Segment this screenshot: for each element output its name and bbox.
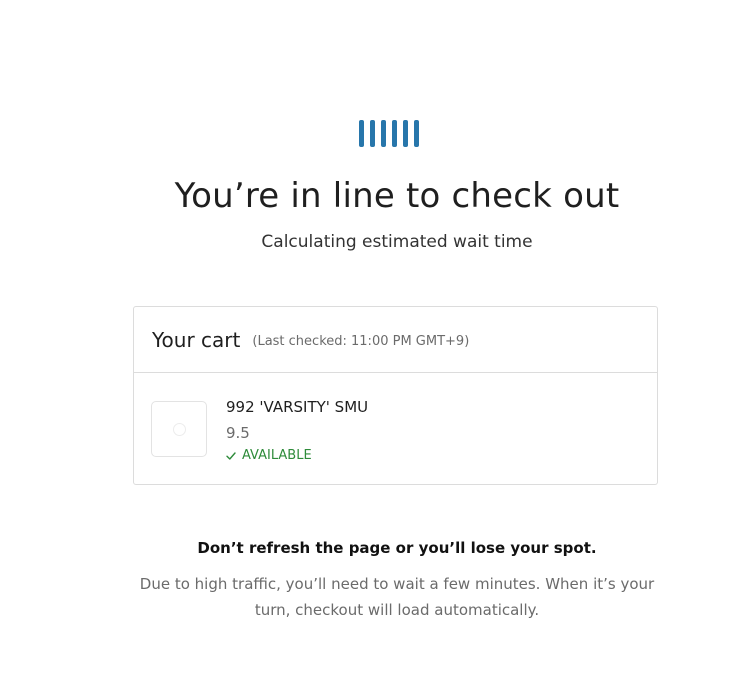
cart-header: Your cart (Last checked: 11:00 PM GMT+9) <box>134 307 657 373</box>
loading-bar <box>370 120 375 147</box>
cart-panel: Your cart (Last checked: 11:00 PM GMT+9)… <box>133 306 658 485</box>
queue-subtitle: Calculating estimated wait time <box>261 232 533 252</box>
loading-bar <box>359 120 364 147</box>
cart-item: 992 'VARSITY' SMU 9.5 AVAILABLE <box>134 373 657 485</box>
checkout-queue-page: You’re in line to check out Calculating … <box>0 0 734 691</box>
product-placeholder-icon <box>151 401 207 457</box>
loading-bars-icon <box>359 120 419 147</box>
item-size: 9.5 <box>226 424 250 442</box>
loading-bar <box>414 120 419 147</box>
traffic-note: Due to high traffic, you’ll need to wait… <box>139 575 655 619</box>
queue-title: You’re in line to check out <box>174 176 620 216</box>
cart-title: Your cart <box>152 327 241 352</box>
availability-label: AVAILABLE <box>242 448 312 463</box>
availability-status: AVAILABLE <box>226 448 312 463</box>
item-name: 992 'VARSITY' SMU <box>226 398 369 416</box>
loading-bar <box>381 120 386 147</box>
loading-bar <box>392 120 397 147</box>
check-icon <box>226 451 236 460</box>
loading-bar <box>403 120 408 147</box>
refresh-warning: Don’t refresh the page or you’ll lose yo… <box>197 539 597 557</box>
last-checked-label: (Last checked: 11:00 PM GMT+9) <box>252 333 470 349</box>
